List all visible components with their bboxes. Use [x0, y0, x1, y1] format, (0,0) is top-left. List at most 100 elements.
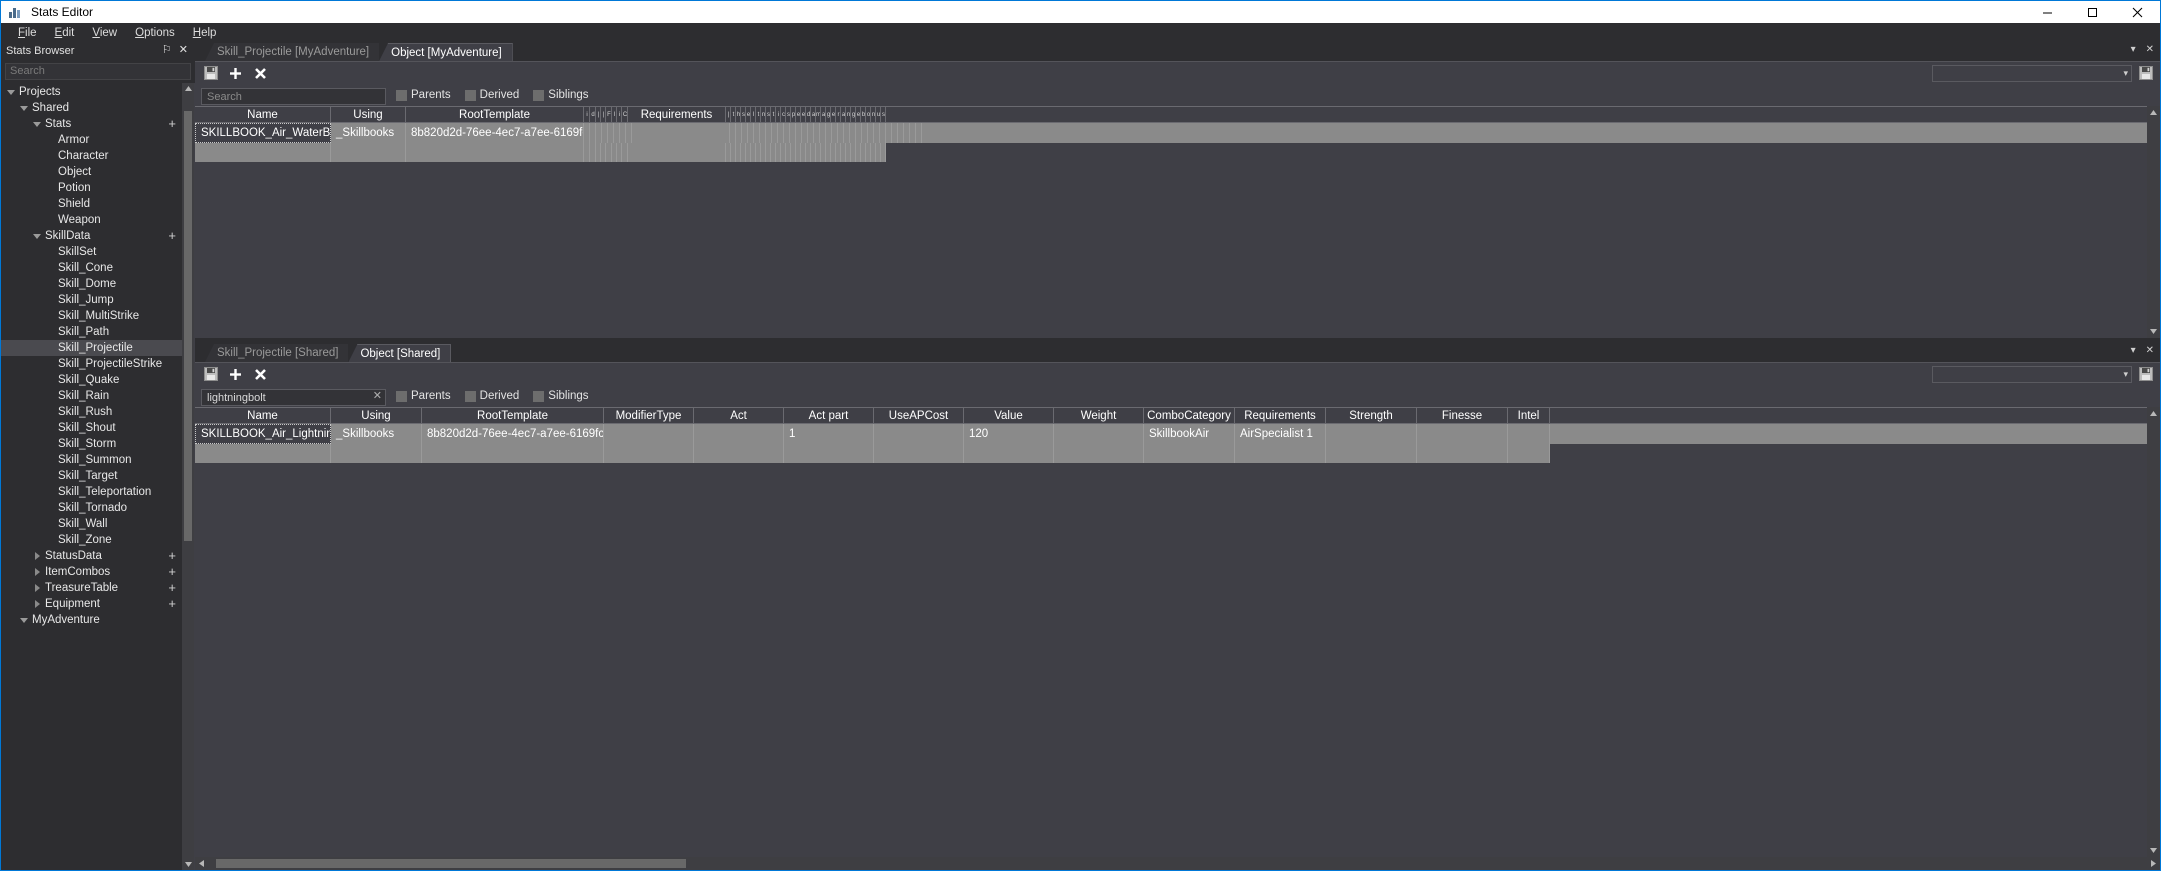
chevron-right-icon[interactable] — [31, 599, 42, 608]
tree-item-skill-projectile[interactable]: Skill_Projectile — [1, 339, 194, 356]
maximize-button[interactable] — [2070, 1, 2115, 23]
checkbox-box[interactable] — [533, 390, 545, 402]
checkbox-parents[interactable]: Parents — [396, 89, 451, 101]
top-mod-combo[interactable]: ▾ — [1932, 64, 2132, 82]
checkbox-box[interactable] — [396, 89, 407, 101]
delete-icon[interactable] — [253, 367, 268, 382]
tree-item-skill-projectilestrike[interactable]: Skill_ProjectileStrike — [1, 356, 194, 372]
checkbox-derived[interactable]: Derived — [464, 390, 519, 402]
bottom-pane-close-icon[interactable]: ✕ — [2146, 345, 2154, 356]
top-grid-vscrollbar[interactable] — [2147, 106, 2160, 338]
checkbox-siblings[interactable]: Siblings — [533, 390, 589, 402]
table-cell[interactable] — [1054, 424, 1144, 444]
tab-top-0[interactable]: Skill_Projectile [MyAdventure] — [205, 43, 380, 61]
table-cell[interactable] — [604, 444, 694, 463]
table-cell[interactable] — [1144, 444, 1235, 463]
table-cell[interactable] — [1508, 444, 1550, 463]
tree-item-skill-rush[interactable]: Skill_Rush — [1, 404, 194, 420]
add-icon[interactable] — [228, 367, 243, 382]
column-header[interactable]: Using — [331, 107, 406, 123]
tree-item-object[interactable]: Object — [1, 164, 194, 180]
table-cell[interactable] — [1417, 444, 1508, 463]
table-cell[interactable]: SkillbookAir — [1144, 424, 1235, 444]
tree-item-potion[interactable]: Potion — [1, 180, 194, 196]
tab-bottom-1[interactable]: Object [Shared] — [348, 344, 452, 362]
table-cell[interactable] — [874, 444, 964, 463]
column-header[interactable]: Requirements — [1235, 408, 1326, 424]
checkbox-parents[interactable]: Parents — [396, 390, 451, 402]
table-cell[interactable]: 120 — [964, 424, 1054, 444]
add-icon[interactable]: + — [168, 565, 176, 578]
scroll-up-icon[interactable] — [2147, 407, 2160, 420]
scroll-up-icon[interactable] — [2147, 106, 2160, 119]
table-row-empty[interactable] — [195, 444, 2147, 463]
column-header[interactable]: s — [881, 107, 886, 123]
checkbox-derived[interactable]: Derived — [464, 89, 519, 101]
column-header[interactable]: ModifierType — [604, 408, 694, 424]
bottom-grid-vscrollbar[interactable] — [2147, 407, 2160, 857]
bottom-mod-combo[interactable]: ▾ — [1932, 365, 2132, 383]
table-cell[interactable] — [1508, 424, 1550, 444]
table-cell[interactable] — [195, 143, 331, 162]
column-header[interactable]: Requirements — [628, 107, 726, 123]
table-row[interactable]: SKILLBOOK_Air_LightningBolt_Skillbooks8b… — [195, 424, 2147, 444]
scroll-left-icon[interactable] — [195, 857, 208, 870]
menu-view[interactable]: View — [83, 25, 126, 41]
tree-item-skilldata[interactable]: SkillData + — [1, 228, 194, 244]
tree-item-skill-target[interactable]: Skill_Target — [1, 468, 194, 484]
menu-options[interactable]: Options — [126, 25, 184, 41]
menu-help[interactable]: Help — [184, 25, 226, 41]
tree-item-skill-storm[interactable]: Skill_Storm — [1, 436, 194, 452]
top-pane-minimize-icon[interactable]: ▾ — [2131, 44, 2136, 55]
table-cell[interactable]: AirSpecialist 1 — [1235, 424, 1326, 444]
table-cell[interactable]: 8b820d2d-76ee-4ec7-a7ee-6169fc81df38 — [422, 424, 604, 444]
tree-item-treasuretable[interactable]: TreasureTable + — [1, 580, 194, 596]
checkbox-box[interactable] — [464, 390, 476, 402]
tree-item-skill-summon[interactable]: Skill_Summon — [1, 452, 194, 468]
checkbox-box[interactable] — [533, 89, 545, 101]
table-cell[interactable] — [331, 444, 422, 463]
tree-item-statusdata[interactable]: StatusData + — [1, 548, 194, 564]
column-header[interactable]: UseAPCost — [874, 408, 964, 424]
scroll-down-icon[interactable] — [2147, 844, 2160, 857]
tree-item-myadventure[interactable]: MyAdventure — [1, 612, 194, 628]
tab-top-1[interactable]: Object [MyAdventure] — [379, 43, 513, 61]
sidebar-search-input[interactable] — [5, 62, 191, 80]
table-cell[interactable] — [331, 143, 406, 162]
tree-item-projects[interactable]: Projects — [1, 84, 194, 100]
tree-item-shared[interactable]: Shared — [1, 100, 194, 116]
table-cell[interactable] — [694, 444, 784, 463]
tree-item-skill-rain[interactable]: Skill_Rain — [1, 388, 194, 404]
top-save-right-icon[interactable] — [2138, 65, 2154, 81]
chevron-down-icon[interactable] — [18, 105, 29, 111]
column-header[interactable]: Name — [195, 107, 331, 123]
column-header[interactable]: Act — [694, 408, 784, 424]
table-cell[interactable] — [1417, 424, 1508, 444]
table-cell[interactable] — [881, 143, 886, 162]
bottom-grid-hscrollbar[interactable] — [195, 857, 2160, 870]
clear-search-icon[interactable]: ✕ — [373, 389, 382, 404]
table-cell[interactable] — [195, 444, 331, 463]
table-cell[interactable] — [628, 143, 726, 162]
table-cell[interactable]: 8b820d2d-76ee-4ec7-a7ee-6169fc81df38 — [406, 123, 584, 143]
add-icon[interactable]: + — [168, 549, 176, 562]
tree-item-itemcombos[interactable]: ItemCombos + — [1, 564, 194, 580]
chevron-right-icon[interactable] — [31, 551, 42, 560]
tree-item-skill-zone[interactable]: Skill_Zone — [1, 532, 194, 548]
tree-item-skill-quake[interactable]: Skill_Quake — [1, 372, 194, 388]
table-cell[interactable] — [694, 424, 784, 444]
chevron-down-icon[interactable] — [31, 233, 42, 239]
tree-item-skill-cone[interactable]: Skill_Cone — [1, 260, 194, 276]
column-header[interactable]: Finesse — [1417, 408, 1508, 424]
table-cell[interactable]: SKILLBOOK_Air_LightningBolt — [195, 424, 331, 444]
menu-edit[interactable]: Edit — [46, 25, 84, 41]
scroll-up-icon[interactable] — [182, 83, 194, 95]
tree-scroll-thumb[interactable] — [184, 110, 192, 541]
column-header[interactable]: RootTemplate — [406, 107, 584, 123]
checkbox-siblings[interactable]: Siblings — [533, 89, 589, 101]
column-header[interactable]: Act part — [784, 408, 874, 424]
save-icon[interactable] — [203, 66, 218, 81]
bottom-search-input[interactable] — [201, 389, 386, 406]
minimize-button[interactable] — [2025, 1, 2070, 23]
table-row[interactable]: SKILLBOOK_Air_WaterBolt _Skillbooks 8b820d… — [195, 123, 2147, 143]
